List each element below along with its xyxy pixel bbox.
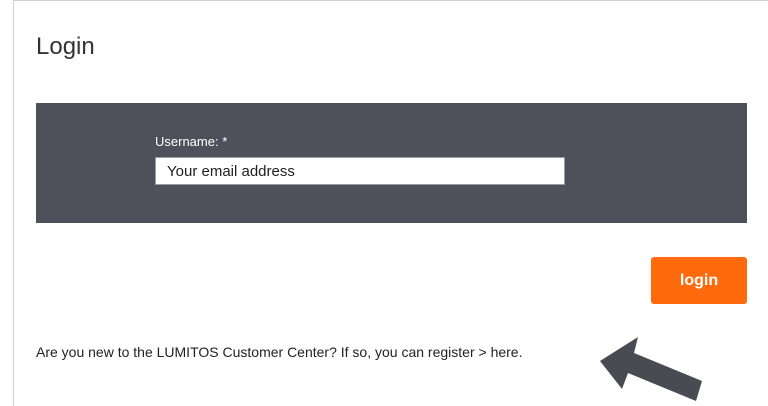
username-label: Username: * bbox=[155, 134, 228, 149]
login-button[interactable]: login bbox=[651, 257, 747, 304]
arrow-pointing-up-left-icon bbox=[600, 337, 702, 401]
register-prompt: Are you new to the LUMITOS Customer Cent… bbox=[36, 344, 522, 360]
login-panel: Username: * bbox=[36, 103, 747, 223]
username-input[interactable] bbox=[155, 157, 565, 185]
register-here-link[interactable]: here. bbox=[491, 344, 523, 360]
arrow-shape bbox=[600, 337, 702, 401]
register-prompt-text: Are you new to the LUMITOS Customer Cent… bbox=[36, 344, 491, 360]
page-title: Login bbox=[36, 33, 95, 60]
